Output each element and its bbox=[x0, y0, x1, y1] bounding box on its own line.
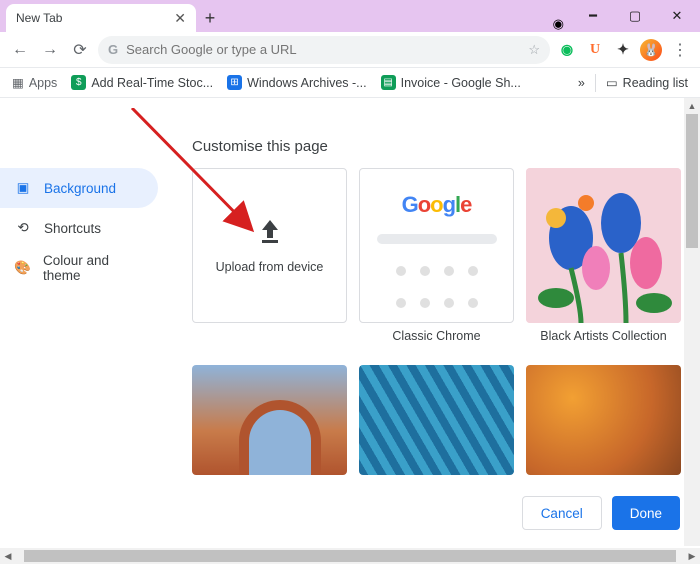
browser-toolbar: ← → ⟳ G ☆ ◉ U ✦ 🐰 ⋮ bbox=[0, 32, 700, 68]
theme-earth-card[interactable] bbox=[192, 365, 347, 475]
sidebar-item-label: Colour and theme bbox=[43, 253, 144, 283]
sidebar-item-background[interactable]: ▣ Background bbox=[0, 168, 158, 208]
upload-label: Upload from device bbox=[216, 260, 324, 274]
bookmarks-bar: ▦ Apps $ Add Real-Time Stoc... ⊞ Windows… bbox=[0, 68, 700, 98]
forward-button[interactable]: → bbox=[38, 38, 62, 62]
link-icon: ⟲ bbox=[14, 219, 32, 237]
tab-title: New Tab bbox=[16, 11, 62, 25]
sidebar-item-shortcuts[interactable]: ⟲ Shortcuts bbox=[0, 208, 158, 248]
google-logo: Google bbox=[402, 192, 472, 218]
window-titlebar: New Tab ✕ + ◉ ━ ▢ ✕ bbox=[0, 0, 700, 32]
card-label: Classic Chrome bbox=[359, 329, 514, 353]
classic-chrome-card[interactable]: Google bbox=[359, 168, 514, 323]
scroll-thumb[interactable] bbox=[24, 550, 676, 562]
guest-icon[interactable]: ◉ bbox=[553, 16, 564, 32]
window-controls: ━ ▢ ✕ bbox=[572, 0, 700, 32]
sidebar-item-label: Shortcuts bbox=[44, 221, 101, 236]
bookmark-label: Windows Archives -... bbox=[247, 76, 366, 90]
bookmark-favicon: ⊞ bbox=[227, 75, 242, 90]
theme-texture-card[interactable] bbox=[526, 365, 681, 475]
card-label: Black Artists Collection bbox=[526, 329, 681, 353]
mock-shortcuts-row bbox=[396, 298, 478, 308]
card-label-empty bbox=[192, 329, 347, 353]
extensions-menu-icon[interactable]: ✦ bbox=[612, 39, 634, 61]
bookmarks-overflow-button[interactable]: » bbox=[578, 76, 585, 90]
maximize-button[interactable]: ▢ bbox=[614, 2, 656, 30]
done-label: Done bbox=[630, 506, 662, 521]
extension-u-icon[interactable]: U bbox=[584, 39, 606, 61]
close-tab-icon[interactable]: ✕ bbox=[174, 10, 186, 27]
bookmark-item[interactable]: $ Add Real-Time Stoc... bbox=[71, 75, 213, 90]
browser-tab[interactable]: New Tab ✕ bbox=[6, 4, 196, 32]
apps-grid-icon: ▦ bbox=[12, 75, 24, 90]
palette-icon: 🎨 bbox=[14, 259, 31, 277]
apps-shortcut[interactable]: ▦ Apps bbox=[12, 75, 57, 90]
omnibox-input[interactable] bbox=[126, 42, 520, 57]
reading-list-icon: ▭ bbox=[606, 75, 618, 90]
back-button[interactable]: ← bbox=[8, 38, 32, 62]
reading-list-label: Reading list bbox=[623, 76, 688, 90]
horizontal-scrollbar[interactable]: ◀ ▶ bbox=[0, 548, 700, 564]
mock-search-bar bbox=[377, 234, 497, 244]
apps-label: Apps bbox=[29, 76, 58, 90]
sidebar-item-colour-theme[interactable]: 🎨 Colour and theme bbox=[0, 248, 158, 288]
background-grid: Upload from device Google Classic Chrome bbox=[192, 168, 680, 475]
bookmark-favicon: $ bbox=[71, 75, 86, 90]
address-bar[interactable]: G ☆ bbox=[98, 36, 550, 64]
cancel-label: Cancel bbox=[541, 506, 583, 521]
sidebar-item-label: Background bbox=[44, 181, 116, 196]
done-button[interactable]: Done bbox=[612, 496, 680, 530]
bookmark-favicon: ▤ bbox=[381, 75, 396, 90]
theme-geometric-card[interactable] bbox=[359, 365, 514, 475]
scroll-left-icon[interactable]: ◀ bbox=[0, 548, 16, 564]
bookmark-star-icon[interactable]: ☆ bbox=[528, 42, 540, 58]
black-artists-collection-card[interactable] bbox=[526, 168, 681, 323]
reading-list-button[interactable]: ▭ Reading list bbox=[606, 75, 688, 90]
dialog-sidebar: ▣ Background ⟲ Shortcuts 🎨 Colour and th… bbox=[0, 98, 170, 564]
bookmark-label: Add Real-Time Stoc... bbox=[91, 76, 213, 90]
close-window-button[interactable]: ✕ bbox=[656, 2, 698, 30]
mock-shortcuts-row bbox=[396, 266, 478, 276]
bookmark-item[interactable]: ▤ Invoice - Google Sh... bbox=[381, 75, 521, 90]
image-icon: ▣ bbox=[14, 179, 32, 197]
search-provider-icon: G bbox=[108, 42, 118, 57]
new-tab-button[interactable]: + bbox=[196, 4, 224, 32]
reload-button[interactable]: ⟳ bbox=[68, 38, 92, 62]
bookmark-item[interactable]: ⊞ Windows Archives -... bbox=[227, 75, 366, 90]
minimize-button[interactable]: ━ bbox=[572, 2, 614, 30]
chrome-menu-button[interactable]: ⋮ bbox=[668, 38, 692, 62]
upload-icon bbox=[259, 218, 281, 250]
extension-grammarly-icon[interactable]: ◉ bbox=[556, 39, 578, 61]
separator bbox=[595, 74, 596, 92]
page-content: ▲ Customise this page ▣ Background ⟲ Sho… bbox=[0, 98, 700, 564]
bookmark-label: Invoice - Google Sh... bbox=[401, 76, 521, 90]
profile-avatar[interactable]: 🐰 bbox=[640, 39, 662, 61]
dialog-title: Customise this page bbox=[192, 138, 328, 155]
flower-art-icon bbox=[526, 168, 681, 323]
cancel-button[interactable]: Cancel bbox=[522, 496, 602, 530]
scroll-right-icon[interactable]: ▶ bbox=[684, 548, 700, 564]
upload-from-device-card[interactable]: Upload from device bbox=[192, 168, 347, 323]
dialog-footer: Cancel Done bbox=[518, 488, 684, 538]
